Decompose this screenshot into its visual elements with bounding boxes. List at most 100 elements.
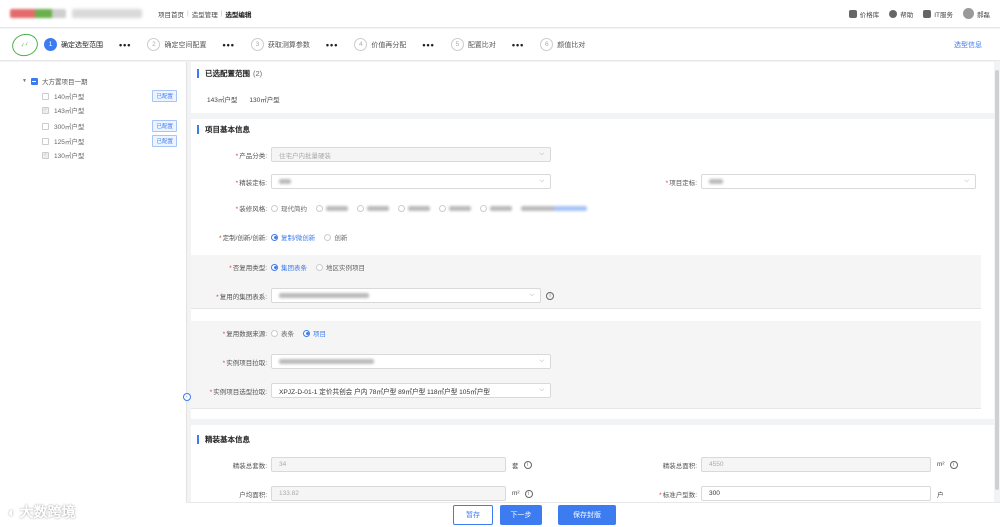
chevron-down-icon: ⌵	[539, 178, 544, 184]
save-draft-button[interactable]: 暂存	[453, 505, 493, 525]
std-sets-row: *标准户型数: 300 户	[621, 486, 944, 501]
step-1[interactable]: 1 确定选型范围	[44, 38, 103, 51]
it-service-icon	[923, 9, 932, 18]
info-icon[interactable]: i	[949, 460, 958, 469]
tree-root-checkbox[interactable]	[30, 77, 38, 85]
breadcrumb-separator: |	[187, 10, 189, 17]
style-option[interactable]	[480, 204, 512, 212]
data-source-label: *复用数据来源:	[222, 331, 267, 338]
step-2[interactable]: 2 确定空间配置	[147, 38, 206, 51]
step-3[interactable]: 3 获取测算参数	[250, 38, 310, 51]
step-label: 获取测算参数	[267, 41, 310, 49]
step-4[interactable]: 4 价值再分配	[354, 38, 406, 51]
it-service-label: IT服务	[934, 11, 953, 19]
watermark-text: 大数跨境	[19, 504, 76, 520]
top-right-menu: 价格库 帮助 IT服务 郝磊	[848, 8, 990, 19]
radio-icon	[303, 329, 310, 337]
decoration-standard-select[interactable]: ⌵	[271, 174, 551, 189]
tree-item-checkbox[interactable]	[42, 92, 49, 100]
radio-label: 地区实例项目	[326, 265, 365, 272]
tree-item-140[interactable]: 140㎡户型 已配置	[42, 90, 177, 102]
next-step-button[interactable]: 下一步	[500, 505, 542, 525]
style-option[interactable]	[316, 204, 348, 212]
style-option[interactable]	[357, 204, 389, 212]
tree-item-300[interactable]: 300㎡户型 已配置	[42, 120, 177, 132]
radio-icon	[271, 204, 278, 212]
fit-area-input: 4550	[701, 457, 931, 472]
fit-sets-label: 精装总套数:	[232, 462, 267, 470]
breadcrumb: 项目首页 | 造型管理 | 选型编辑	[158, 9, 251, 19]
step-5[interactable]: 5 配置比对	[450, 38, 496, 51]
main-form: 已选配置范围 (2) 143㎡户型 130㎡户型 项目基本信息 *产品分类: 住宅…	[191, 62, 994, 502]
help-label: 帮助	[900, 11, 914, 19]
select-info-link[interactable]: 选型信息	[954, 40, 982, 50]
breadcrumb-separator: |	[220, 10, 223, 17]
brand-logo[interactable]	[10, 9, 66, 18]
innovation-option-new[interactable]: 创新	[324, 232, 347, 242]
innovation-row: *定制/创新/创新: 复制/微创新 创新	[191, 232, 356, 242]
steps-bar: ✓✓ 1 确定选型范围 ••• 2 确定空间配置 ••• 3 获取测算参数 ••• 4…	[0, 29, 1000, 61]
chosen-scope-count: (2)	[253, 69, 263, 78]
user-menu[interactable]: 郝磊	[963, 8, 990, 19]
project-position-select[interactable]: ⌵	[701, 174, 976, 189]
step-connector: •••	[119, 39, 132, 50]
price-library-link[interactable]: 价格库	[848, 9, 879, 19]
data-source-option-project[interactable]: 项目	[303, 328, 326, 338]
style-option[interactable]	[398, 204, 430, 212]
unit-label: m²	[512, 490, 520, 497]
reuse-type-option-region[interactable]: 地区实例项目	[316, 262, 365, 272]
info-icon[interactable]: i	[523, 460, 532, 469]
tree-root[interactable]: ▼ 大方置项目一期	[22, 76, 87, 86]
nav-model-edit[interactable]: 选型编辑	[225, 9, 251, 19]
fit-sets-input: 34	[271, 457, 506, 472]
caret-down-icon[interactable]: ▼	[22, 78, 27, 84]
redacted-value	[449, 205, 471, 211]
instance-type-label: *实例项目选型拉取:	[209, 388, 267, 396]
radio-label: 集团表条	[281, 265, 307, 272]
tree-item-130[interactable]: 130㎡户型	[42, 150, 177, 160]
configured-tag: 已配置	[152, 90, 177, 102]
tree-item-checkbox[interactable]	[42, 106, 49, 114]
save-seal-button[interactable]: 保存封版	[558, 505, 616, 525]
main-scrollbar[interactable]	[994, 62, 1000, 502]
nav-project-home[interactable]: 项目首页	[158, 9, 184, 19]
style-option-modern[interactable]: 现代简约	[271, 203, 307, 213]
instance-type-select[interactable]: XPJZ-D-01-1 定价共创会 户内 78㎡户型 89㎡户型 118㎡户型 …	[271, 383, 551, 398]
std-sets-input[interactable]: 300	[701, 486, 931, 501]
step-number: 4	[354, 38, 368, 51]
reuse-type-option-group[interactable]: 集团表条	[271, 262, 307, 272]
tree-item-checkbox[interactable]	[42, 151, 49, 159]
step-connector: •••	[325, 39, 339, 50]
tree-item-143[interactable]: 143㎡户型	[42, 105, 177, 115]
redacted-value	[279, 293, 369, 298]
panel-divider	[186, 62, 187, 527]
info-icon[interactable]: i	[546, 291, 554, 300]
tree-item-checkbox[interactable]	[42, 137, 49, 145]
data-source-option-table[interactable]: 表条	[271, 328, 294, 338]
tree-item-label: 300㎡户型	[54, 124, 85, 131]
brand-name	[72, 9, 142, 18]
info-icon[interactable]: i	[524, 489, 533, 498]
collapse-handle-icon[interactable]: ‹	[183, 393, 191, 401]
radio-icon	[439, 204, 446, 212]
style-option[interactable]	[439, 204, 471, 212]
redacted-value	[709, 179, 723, 184]
tree-item-125[interactable]: 125㎡户型 已配置	[42, 135, 177, 147]
innovation-option-copy[interactable]: 复制/微创新	[271, 232, 315, 242]
nav-model-management[interactable]: 造型管理	[192, 9, 218, 19]
chevron-down-icon: ⌵	[529, 292, 534, 298]
it-service-link[interactable]: IT服务	[923, 9, 953, 19]
chevron-down-icon: ⌵	[539, 387, 544, 393]
instance-project-select[interactable]: ⌵	[271, 354, 551, 369]
tree-item-checkbox[interactable]	[42, 122, 49, 130]
step-number: 2	[147, 38, 161, 51]
instance-type-row: *实例项目选型拉取: XPJZ-D-01-1 定价共创会 户内 78㎡户型 89…	[191, 383, 551, 398]
redacted-value	[279, 179, 291, 184]
reuse-table-select[interactable]: ⌵	[271, 288, 541, 303]
step-6[interactable]: 6 颜值比对	[540, 38, 585, 51]
innovation-label: *定制/创新/创新:	[219, 235, 267, 242]
radio-label: 创新	[334, 235, 348, 242]
scrollbar-thumb[interactable]	[995, 70, 999, 490]
product-class-select[interactable]: 住宅户内批量硬装 ⌵	[271, 147, 551, 162]
help-link[interactable]: 帮助	[889, 9, 913, 19]
